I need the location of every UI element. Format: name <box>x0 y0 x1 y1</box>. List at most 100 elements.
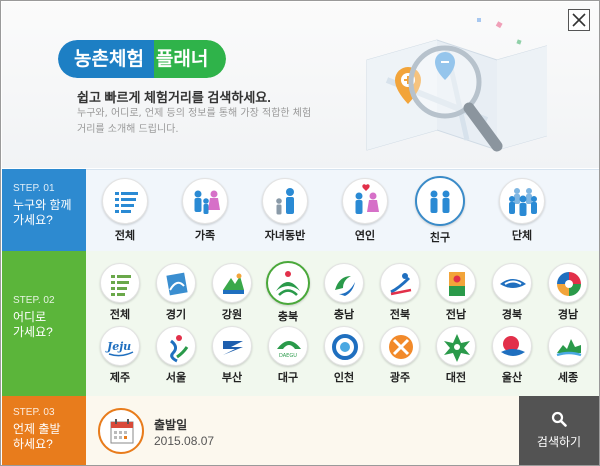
who-option-group[interactable]: 단체 <box>494 178 550 243</box>
search-button[interactable]: 검색하기 <box>519 396 599 465</box>
region-option-label: 전북 <box>389 309 411 321</box>
who-option-all[interactable]: 전체 <box>97 178 153 243</box>
step2-question-line2: 가세요? <box>13 325 53 339</box>
step1-number: STEP. 01 <box>13 183 55 194</box>
region-option-label: 세종 <box>557 372 579 384</box>
seoul-logo-icon <box>170 335 189 363</box>
step3-when-row: STEP. 03 언제 출발 하세요? 출발일 2015.08.07 검색하기 <box>2 396 599 465</box>
who-option-with-children[interactable]: 자녀동반 <box>257 178 313 243</box>
region-option-jeonnam[interactable]: 전남 <box>428 263 484 322</box>
region-option-incheon[interactable]: 인천 <box>316 326 372 385</box>
step2-question-line1: 어디로 <box>13 310 47 324</box>
region-option-label: 경기 <box>165 309 187 321</box>
group-icon <box>509 188 537 216</box>
step1-question-line2: 가세요? <box>13 213 53 227</box>
close-icon <box>572 13 586 27</box>
description: 누구와, 어디로, 언제 등의 정보를 통해 가장 적합한 체험거리를 소개해 … <box>77 108 312 135</box>
gyeonggi-logo-icon <box>166 272 188 296</box>
region-option-label: 제주 <box>109 372 131 384</box>
list-icon <box>115 192 138 213</box>
jeonnam-logo-icon <box>449 272 465 296</box>
gangwon-logo-icon <box>223 273 244 294</box>
map-magnifier-illustration <box>366 18 547 152</box>
search-button-label: 검색하기 <box>536 435 582 449</box>
svg-text:DAEGU: DAEGU <box>279 353 297 359</box>
region-option-gyeongnam[interactable]: 경남 <box>540 263 596 322</box>
jeju-logo-icon: Jeju <box>105 340 134 357</box>
region-option-daejeon[interactable]: 대전 <box>428 326 484 385</box>
region-option-busan[interactable]: 부산 <box>204 326 260 385</box>
who-option-label: 자녀동반 <box>264 230 306 242</box>
region-option-label: 경남 <box>557 309 579 321</box>
who-option-label: 연인 <box>354 230 376 242</box>
region-option-gyeonggi[interactable]: 경기 <box>148 263 204 322</box>
region-option-gyeongbuk[interactable]: 경북 <box>484 263 540 322</box>
daegu-logo-icon: DAEGU <box>277 341 301 359</box>
region-option-gwangju[interactable]: 광주 <box>372 326 428 385</box>
region-option-label: 인천 <box>333 372 355 384</box>
who-option-friends[interactable]: 친구 <box>412 176 468 245</box>
step3-number: STEP. 03 <box>13 407 55 418</box>
gyeongnam-logo-icon <box>557 272 581 296</box>
region-option-seoul[interactable]: 서울 <box>148 326 204 385</box>
region-option-gangwon[interactable]: 강원 <box>204 263 260 322</box>
region-option-label: 광주 <box>389 372 411 384</box>
region-option-label: 전남 <box>445 309 467 321</box>
svg-text:Jeju: Jeju <box>105 340 131 353</box>
region-option-jeonbuk[interactable]: 전북 <box>372 263 428 322</box>
ulsan-logo-icon <box>501 336 525 356</box>
who-option-label: 가족 <box>194 230 216 242</box>
region-option-ulsan[interactable]: 울산 <box>484 326 540 385</box>
step2-options: 전체 경기 강원 충북 충남 전북 전남 경북 경남 Jeju 제주 서울 부산… <box>86 251 599 396</box>
region-option-all[interactable]: 전체 <box>92 263 148 322</box>
who-option-label: 친구 <box>429 232 451 244</box>
region-option-chungbuk[interactable]: 충북 <box>260 261 316 324</box>
planner-header: 농촌체험 플래너 쉽고 빠르게 체험거리를 검색하세요. 누구와, 어디로, 언… <box>2 2 599 168</box>
step3-options: 출발일 2015.08.07 검색하기 <box>86 396 599 465</box>
region-option-chungnam[interactable]: 충남 <box>316 263 372 322</box>
step1-label: STEP. 01 누구와 함께 가세요? <box>2 169 86 251</box>
search-icon <box>551 411 567 427</box>
parent-child-icon <box>276 188 294 215</box>
gyeongbuk-logo-icon <box>500 279 526 288</box>
region-option-label: 울산 <box>501 372 523 384</box>
region-option-label: 충북 <box>277 311 299 323</box>
gwangju-logo-icon <box>389 335 413 359</box>
region-option-label: 서울 <box>165 372 187 384</box>
planner-window: 농촌체험 플래너 쉽고 빠르게 체험거리를 검색하세요. 누구와, 어디로, 언… <box>0 0 600 466</box>
step3-label: STEP. 03 언제 출발 하세요? <box>2 396 86 465</box>
region-option-daegu[interactable]: DAEGU 대구 <box>260 326 316 385</box>
region-option-jeju[interactable]: Jeju 제주 <box>92 326 148 385</box>
daejeon-logo-icon <box>444 334 470 362</box>
who-option-couple[interactable]: 연인 <box>337 178 393 243</box>
busan-logo-icon <box>223 341 243 355</box>
departure-label: 출발일 <box>154 418 188 432</box>
region-option-label: 경북 <box>501 309 523 321</box>
page-title: 농촌체험 플래너 <box>58 40 227 78</box>
step2-where-row: STEP. 02 어디로 가세요? 전체 경기 강원 충북 충남 전북 전남 경… <box>2 251 599 396</box>
jeonbuk-logo-icon <box>390 273 412 296</box>
family-icon <box>194 190 220 214</box>
tagline: 쉽고 빠르게 체험거리를 검색하세요. <box>77 90 271 105</box>
who-option-label: 전체 <box>114 230 136 242</box>
close-button[interactable] <box>568 9 590 31</box>
chungnam-logo-icon <box>335 276 355 296</box>
region-option-label: 전체 <box>109 309 131 321</box>
step2-label: STEP. 02 어디로 가세요? <box>2 251 86 396</box>
step3-question-line2: 하세요? <box>13 437 53 451</box>
region-option-label: 대구 <box>277 372 299 384</box>
step2-number: STEP. 02 <box>13 295 55 306</box>
title-part1: 농촌체험 <box>58 40 154 78</box>
sejong-logo-icon <box>556 339 582 357</box>
departure-date[interactable]: 2015.08.07 <box>154 434 214 448</box>
who-option-family[interactable]: 가족 <box>177 178 233 243</box>
region-option-sejong[interactable]: 세종 <box>540 326 596 385</box>
step1-options: 전체 가족 자녀동반 연인 친구 단체 <box>86 169 599 251</box>
chungbuk-logo-icon <box>276 271 300 296</box>
calendar-icon <box>110 419 134 444</box>
friends-icon <box>430 190 450 213</box>
list-icon <box>111 275 131 296</box>
calendar-button[interactable] <box>98 408 144 454</box>
step1-question-line1: 누구와 함께 <box>13 198 72 212</box>
who-option-label: 단체 <box>511 230 533 242</box>
